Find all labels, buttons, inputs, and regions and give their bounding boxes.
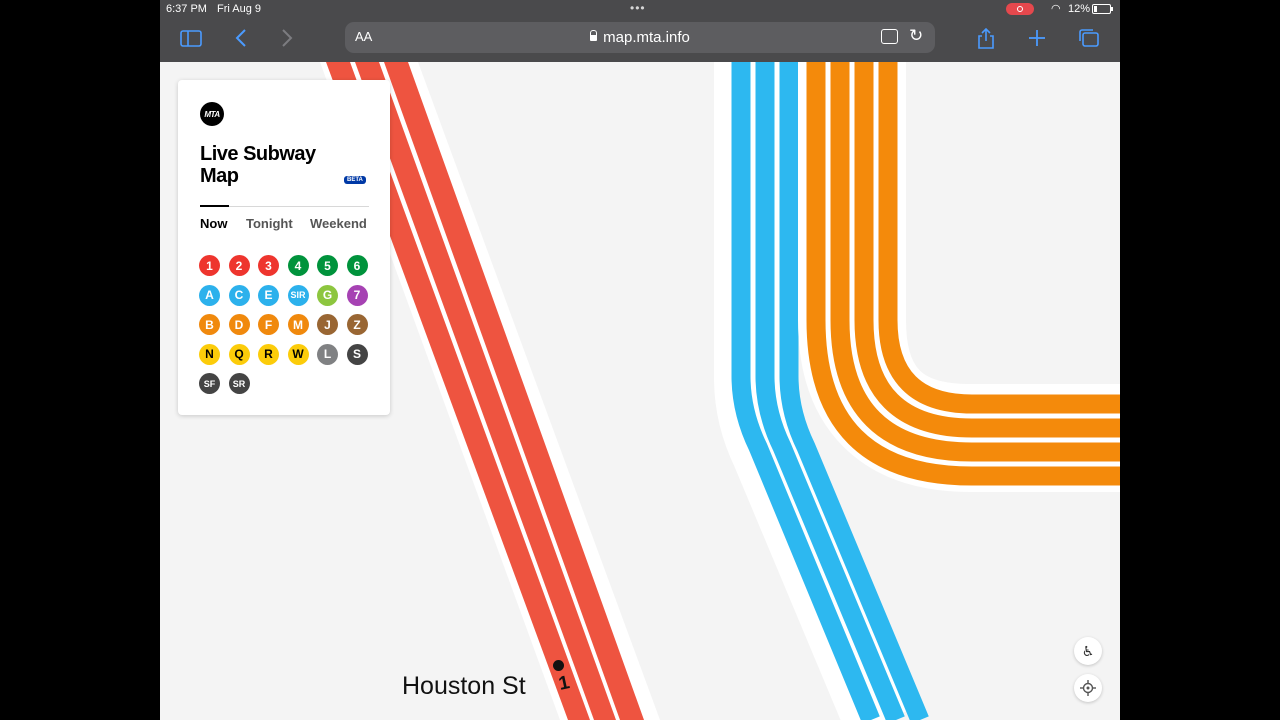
route-bullet-sf[interactable]: SF [199,373,220,394]
orange-line-bundle [798,62,1120,492]
route-bullet-n[interactable]: N [199,343,220,365]
route-bullet-z[interactable]: Z [346,314,368,335]
new-tab-button[interactable] [1023,24,1051,52]
wheelchair-icon: ♿ [1081,642,1095,659]
route-bullet-6[interactable]: 6 [346,255,368,276]
wifi-icon: ◠ [1051,3,1061,15]
back-button[interactable] [227,24,255,52]
status-time: 6:37 PM [166,3,207,15]
locate-me-button[interactable] [1074,674,1102,702]
route-bullet-c[interactable]: C [228,284,250,306]
sidebar-toggle-button[interactable] [177,24,205,52]
address-bar[interactable]: AA map.mta.info ↻ [345,22,935,53]
route-bullet-7[interactable]: 7 [346,284,368,306]
extensions-icon[interactable] [881,29,898,44]
route-bullet-sir[interactable]: SIR [287,284,309,306]
chevron-left-icon [235,29,246,47]
red-line-track-2 [355,62,616,720]
active-tab-indicator [200,205,229,207]
browser-toolbar: 6:37 PM Fri Aug 9 ••• ◠ 12% AA map.mta.i… [160,0,1120,62]
subway-info-panel: MTA Live Subway Map BETA Now Tonight Wee… [178,80,390,415]
route-bullet-sr[interactable]: SR [228,373,250,394]
battery-charging-icon [1092,4,1113,14]
ipad-screen: 6:37 PM Fri Aug 9 ••• ◠ 12% AA map.mta.i… [160,0,1120,720]
plus-icon [1029,30,1045,46]
screen-recording-icon [1006,3,1034,15]
route-bullet-d[interactable]: D [228,314,250,335]
route-bullet-1[interactable]: 1 [199,255,220,276]
sidebar-icon [180,29,202,47]
share-button[interactable] [972,24,1000,52]
orange-line-track-4 [878,62,1120,414]
accessibility-button[interactable]: ♿ [1074,637,1102,665]
route-bullet-s[interactable]: S [346,343,368,365]
station-label[interactable]: Houston St [402,672,526,701]
route-bullet-l[interactable]: L [317,343,338,365]
route-bullet-e[interactable]: E [258,284,279,306]
mta-logo[interactable]: MTA [200,102,224,126]
chevron-right-icon [282,29,293,47]
url-text: map.mta.info [603,29,690,46]
route-bullet-f[interactable]: F [258,314,279,335]
route-bullet-a[interactable]: A [199,284,220,306]
lock-icon [590,30,598,41]
route-bullet-5[interactable]: 5 [317,255,338,276]
route-bullet-r[interactable]: R [258,343,279,365]
reload-icon[interactable]: ↻ [909,26,923,46]
location-target-icon [1080,680,1096,696]
route-bullet-4[interactable]: 4 [287,255,309,276]
station-marker[interactable] [553,660,564,671]
status-bar: 6:37 PM Fri Aug 9 ••• ◠ 12% [160,0,1120,18]
url-display[interactable]: map.mta.info [345,29,935,46]
route-bullet-j[interactable]: J [317,314,338,335]
page-title: Live Subway Map [200,143,316,187]
multitasking-dots-icon[interactable]: ••• [630,1,646,15]
beta-badge: BETA [344,176,366,184]
status-date: Fri Aug 9 [217,3,262,15]
forward-button[interactable] [273,24,301,52]
tabs-icon [1079,29,1099,47]
share-icon [978,27,994,49]
tab-weekend[interactable]: Weekend [310,216,367,231]
route-bullet-q[interactable]: Q [228,343,250,365]
route-bullet-b[interactable]: B [199,314,220,335]
tab-overview-button[interactable] [1075,24,1103,52]
route-bullet-w[interactable]: W [287,343,309,365]
route-bullet-g[interactable]: G [317,284,338,306]
route-bullet-3[interactable]: 3 [258,255,279,276]
route-bullet-m[interactable]: M [287,314,309,335]
battery-percent: 12% [1068,3,1091,15]
tab-now[interactable]: Now [200,216,227,231]
route-bullet-2[interactable]: 2 [228,255,250,276]
tab-tonight[interactable]: Tonight [246,216,293,231]
red-line-track-3 [384,62,644,720]
